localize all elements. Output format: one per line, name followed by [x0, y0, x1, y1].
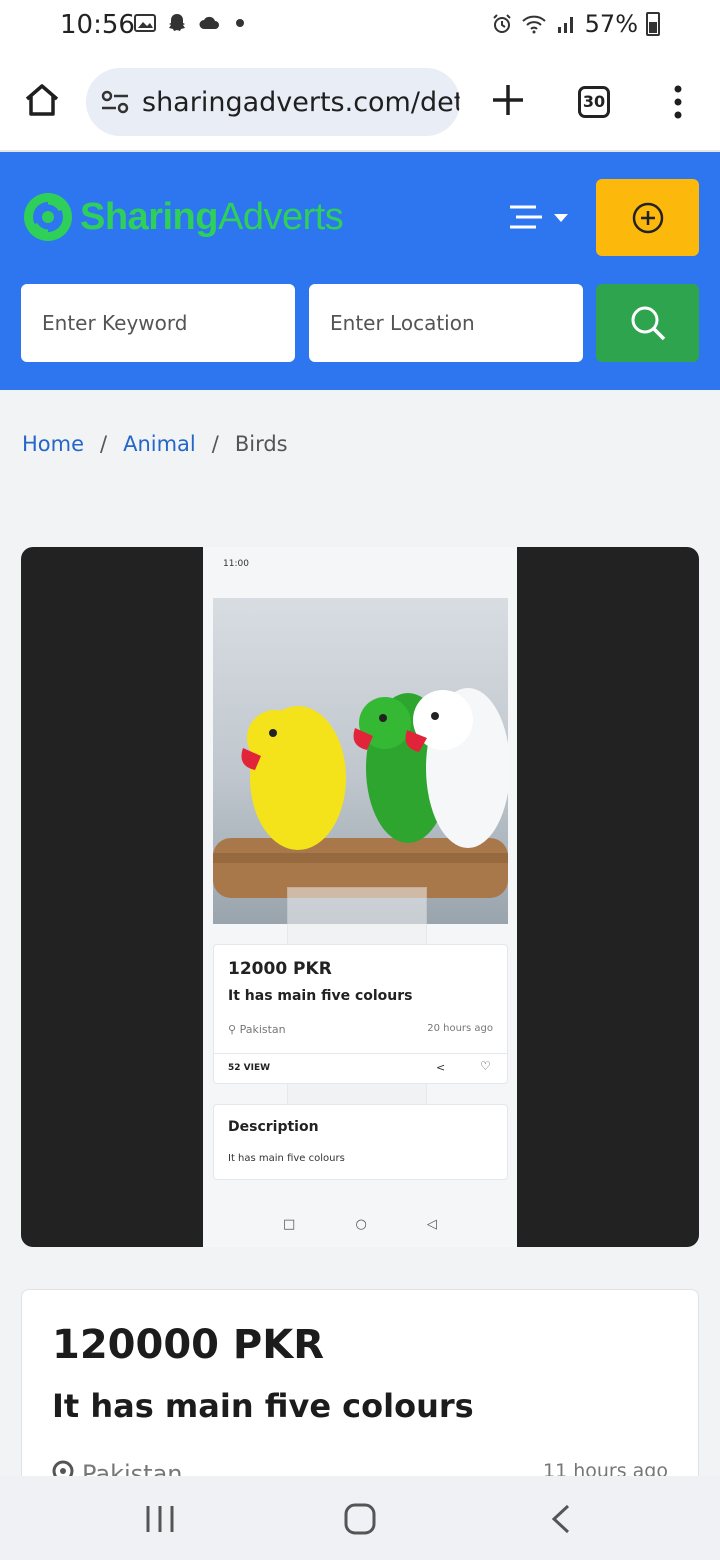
site-logo[interactable]: SharingAdverts	[22, 182, 344, 252]
url-text: sharingadverts.com/det	[142, 86, 460, 118]
recents-icon: □	[283, 1217, 296, 1232]
add-circle-icon	[632, 202, 663, 233]
ad-image-title: It has main five colours	[228, 988, 413, 1004]
ad-image-location: ⚲ Pakistan	[228, 1023, 286, 1036]
home-circle-icon: ○	[355, 1217, 367, 1232]
breadcrumb-home[interactable]: Home	[22, 432, 84, 456]
browser-toolbar: sharingadverts.com/det 30	[0, 52, 720, 152]
gallery-icon	[134, 14, 156, 32]
breadcrumb-separator: /	[211, 432, 219, 456]
more-vert-icon[interactable]	[668, 84, 688, 120]
address-bar[interactable]: sharingadverts.com/det	[86, 68, 460, 136]
ad-image: 11:00 12000 PKR It has main five colours…	[203, 547, 517, 1247]
recent-apps-icon[interactable]	[140, 1502, 180, 1536]
ad-image-viewer[interactable]: 11:00 12000 PKR It has main five colours…	[21, 547, 699, 1247]
parrots-photo	[213, 598, 508, 924]
menu-dropdown-icon[interactable]	[508, 204, 572, 232]
site-header: SharingAdverts Enter Keyword Enter Locat…	[0, 152, 720, 390]
battery-percent: 57%	[584, 10, 638, 38]
ad-image-description-text: It has main five colours	[228, 1153, 345, 1164]
tab-switcher-button[interactable]: 30	[578, 86, 610, 118]
ad-image-location-text: Pakistan	[239, 1023, 286, 1036]
snapchat-icon	[169, 14, 185, 31]
breadcrumb: Home / Animal / Birds	[22, 432, 288, 456]
home-nav-icon[interactable]	[340, 1502, 380, 1536]
system-nav-bar	[0, 1476, 720, 1560]
logo-icon	[24, 193, 72, 241]
post-ad-button[interactable]	[596, 179, 699, 256]
battery-icon	[646, 12, 660, 36]
status-time: 10:56	[60, 10, 135, 40]
page: 10:56 57% sharingadverts.com/det 30 Shar…	[0, 0, 720, 1560]
logo-text-light: Adverts	[217, 195, 344, 238]
back-icon[interactable]	[542, 1502, 582, 1536]
ad-image-status-bar: 11:00	[203, 547, 517, 581]
alarm-icon	[492, 14, 511, 33]
site-settings-icon[interactable]	[100, 89, 130, 115]
ad-image-description-card: Description It has main five colours	[213, 1104, 508, 1180]
breadcrumb-birds: Birds	[234, 432, 288, 456]
ad-image-price: 12000 PKR	[228, 959, 332, 979]
cloud-icon	[199, 16, 219, 29]
breadcrumb-animal[interactable]: Animal	[123, 432, 196, 456]
share-icon: <	[436, 1061, 446, 1074]
status-bar: 10:56 57%	[0, 0, 720, 52]
logo-text-bold: Sharing	[80, 195, 218, 238]
listing-title: It has main five colours	[52, 1387, 474, 1425]
search-button[interactable]	[596, 284, 699, 362]
wifi-icon	[521, 15, 546, 34]
system-icons: 57%	[491, 10, 660, 38]
ad-image-status-time: 11:00	[223, 559, 249, 569]
breadcrumb-separator: /	[100, 432, 108, 456]
listing-price: 120000 PKR	[52, 1322, 325, 1368]
back-triangle-icon: ◁	[426, 1217, 437, 1232]
ad-image-nav-bar: □ ○ ◁	[203, 1217, 517, 1241]
location-input[interactable]: Enter Location	[309, 284, 583, 362]
more-notifications-dot	[236, 19, 244, 27]
home-icon[interactable]	[22, 80, 62, 120]
ad-image-info-card: 12000 PKR It has main five colours ⚲ Pak…	[213, 944, 508, 1084]
ad-image-views: 52 VIEW	[228, 1063, 271, 1073]
parrots-illustration	[213, 688, 508, 898]
signal-icon	[557, 17, 573, 33]
divider	[214, 1053, 507, 1054]
new-tab-icon[interactable]	[490, 82, 526, 118]
ad-image-posted: 20 hours ago	[427, 1023, 493, 1034]
search-icon	[631, 306, 665, 341]
logo-text: SharingAdverts	[80, 195, 344, 239]
keyword-input[interactable]: Enter Keyword	[21, 284, 295, 362]
ad-image-description-heading: Description	[228, 1119, 319, 1135]
heart-icon: ♡	[480, 1059, 491, 1073]
notification-icons	[134, 12, 244, 34]
